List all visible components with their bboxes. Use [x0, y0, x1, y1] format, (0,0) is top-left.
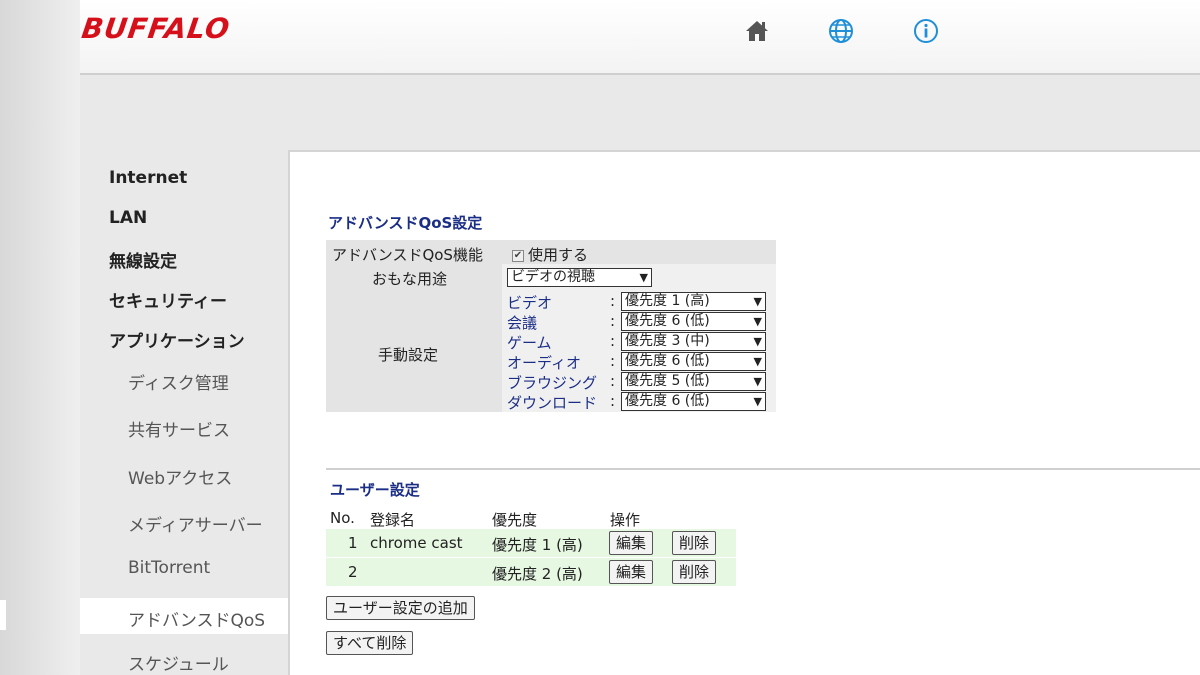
dropdown-arrow-icon: ▼: [753, 335, 762, 348]
dropdown-arrow-icon: ▼: [639, 271, 648, 284]
section-divider: [326, 468, 1200, 470]
manual-row-name: ダウンロード: [507, 394, 598, 412]
sidebar-item-advanced-qos[interactable]: アドバンスドQoS: [128, 606, 265, 631]
manual-row-name: オーディオ: [507, 354, 581, 372]
add-user-setting-button[interactable]: ユーザー設定の追加: [326, 596, 475, 620]
user-settings-table: No. 登録名 優先度 操作 1 chrome cast 優先度 1 (高) 編…: [326, 507, 736, 587]
row-name: chrome cast: [370, 534, 463, 552]
dropdown-arrow-icon: ▼: [753, 355, 762, 368]
sidebar-item-internet[interactable]: Internet: [109, 168, 187, 188]
column-header-no: No.: [330, 509, 355, 527]
row-priority: 優先度 2 (高): [492, 565, 583, 583]
sidebar-item-mediaserver[interactable]: メディアサーバー: [128, 511, 263, 536]
manual-row-name: ビデオ: [507, 294, 553, 312]
manual-row-name: 会議: [507, 314, 538, 332]
manual-row-name: ブラウジング: [507, 374, 598, 392]
main-use-value: ビデオの視聴: [511, 269, 595, 285]
manual-row-select[interactable]: 優先度 6 (低) ▼: [621, 352, 766, 371]
user-settings-title: ユーザー設定: [330, 481, 420, 499]
delete-button[interactable]: 削除: [672, 531, 717, 555]
buffalo-logo: BUFFALO: [79, 12, 233, 45]
home-icon[interactable]: [742, 16, 772, 46]
manual-row-colon: :: [610, 352, 616, 370]
manual-row-colon: :: [610, 392, 616, 410]
row-no: 1: [348, 534, 358, 552]
manual-row-value: 優先度 5 (低): [625, 373, 710, 389]
globe-icon[interactable]: [826, 16, 856, 46]
manual-row-select[interactable]: 優先度 6 (低) ▼: [621, 312, 766, 331]
manual-row-value: 優先度 6 (低): [625, 393, 710, 409]
column-header-priority: 優先度: [492, 511, 538, 529]
dropdown-arrow-icon: ▼: [753, 375, 762, 388]
sidebar-item-security[interactable]: セキュリティー: [109, 287, 227, 312]
manual-row-select[interactable]: 優先度 1 (高) ▼: [621, 292, 766, 311]
main-use-select[interactable]: ビデオの視聴 ▼: [507, 268, 652, 287]
manual-row-value: 優先度 3 (中): [625, 333, 710, 349]
manual-row-value: 優先度 6 (低): [625, 353, 710, 369]
edit-button[interactable]: 編集: [609, 560, 654, 584]
info-icon[interactable]: [911, 16, 941, 46]
manual-row-select[interactable]: 優先度 3 (中) ▼: [621, 332, 766, 351]
manual-settings-label: 手動設定: [378, 346, 439, 364]
sidebar-item-wireless[interactable]: 無線設定: [109, 247, 177, 272]
main-panel: アドバンスドQoS設定 アドバンスドQoS機能 ✔ 使用する おもな用途 ビデオの…: [288, 150, 1200, 675]
sidebar-item-webaccess[interactable]: Webアクセス: [128, 464, 232, 489]
qos-feature-checkbox[interactable]: ✔ 使用する: [512, 244, 588, 265]
manual-row-name: ゲーム: [507, 334, 552, 352]
sidebar-item-schedule[interactable]: スケジュール: [128, 650, 229, 675]
dropdown-arrow-icon: ▼: [753, 295, 762, 308]
manual-row-select[interactable]: 優先度 6 (低) ▼: [621, 392, 766, 411]
delete-button[interactable]: 削除: [672, 560, 717, 584]
edit-button[interactable]: 編集: [609, 531, 654, 555]
main-use-label: おもな用途: [372, 270, 448, 288]
sidebar-item-lan[interactable]: LAN: [109, 208, 147, 228]
checkbox-check-icon[interactable]: ✔: [512, 249, 524, 262]
manual-row-colon: :: [610, 312, 616, 330]
sidebar-item-share[interactable]: 共有サービス: [128, 416, 230, 441]
row-priority: 優先度 1 (高): [492, 536, 583, 554]
column-header-name: 登録名: [370, 511, 416, 529]
qos-section-title: アドバンスドQoS設定: [328, 214, 483, 232]
manual-row-value: 優先度 1 (高): [625, 293, 710, 309]
delete-all-button[interactable]: すべて削除: [326, 631, 414, 655]
dropdown-arrow-icon: ▼: [753, 315, 762, 328]
sidebar-item-bittorrent[interactable]: BitTorrent: [128, 558, 210, 578]
manual-row-colon: :: [610, 372, 616, 390]
row-no: 2: [348, 563, 358, 581]
dropdown-arrow-icon: ▼: [753, 395, 762, 408]
top-header: BUFFALO: [80, 0, 1200, 75]
qos-feature-label: アドバンスドQoS機能: [332, 246, 483, 264]
qos-settings-table: アドバンスドQoS機能 ✔ 使用する おもな用途 ビデオの視聴 ▼ 手動設定 ビデオ…: [326, 240, 776, 412]
manual-row-value: 優先度 6 (低): [625, 313, 710, 329]
manual-row-colon: :: [610, 332, 616, 350]
manual-row-select[interactable]: 優先度 5 (低) ▼: [621, 372, 766, 391]
sidebar-item-disk[interactable]: ディスク管理: [128, 369, 229, 394]
left-edge: [0, 0, 80, 675]
sidebar-nav: Internet LAN 無線設定 セキュリティー アプリケーション ディスク管…: [80, 150, 288, 675]
qos-feature-checkbox-label: 使用する: [528, 246, 589, 264]
manual-row-colon: :: [610, 292, 616, 310]
column-header-action: 操作: [610, 511, 641, 529]
sidebar-item-application[interactable]: アプリケーション: [109, 327, 245, 352]
